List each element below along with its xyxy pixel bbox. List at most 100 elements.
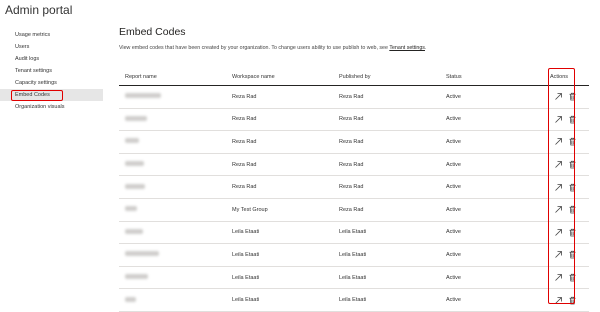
report-name-cell <box>119 266 226 290</box>
published-by-cell: Leila Etaati <box>333 266 440 290</box>
status-cell: Active <box>440 108 542 132</box>
highlight-box-embed-codes <box>11 90 63 101</box>
section-title: Embed Codes <box>119 26 186 38</box>
status-cell: Active <box>440 153 542 177</box>
actions-cell <box>542 153 589 177</box>
tenant-settings-link[interactable]: Tenant settings <box>389 45 425 51</box>
redacted-report-name <box>125 93 161 99</box>
published-by-cell: Reza Rad <box>333 175 440 199</box>
status-cell: Active <box>440 85 542 109</box>
column-header-workspace-name[interactable]: Workspace name <box>226 68 333 86</box>
description-text: View embed codes that have been created … <box>119 45 390 51</box>
workspace-cell: Leila Etaati <box>226 288 333 312</box>
trash-icon[interactable] <box>568 183 577 192</box>
column-header-report-name[interactable]: Report name <box>119 68 226 86</box>
status-cell: Active <box>440 130 542 154</box>
arrow-up-right-icon[interactable] <box>554 183 563 192</box>
workspace-cell: Leila Etaati <box>226 243 333 267</box>
workspace-cell: Reza Rad <box>226 85 333 109</box>
trash-icon[interactable] <box>568 250 577 259</box>
report-name-cell <box>119 108 226 132</box>
arrow-up-right-icon[interactable] <box>554 137 563 146</box>
redacted-report-name <box>125 115 147 121</box>
trash-icon[interactable] <box>568 115 577 124</box>
workspace-cell: My Test Group <box>226 198 333 222</box>
description-end: . <box>424 45 427 51</box>
page-title: Admin portal <box>5 3 73 17</box>
arrow-up-right-icon[interactable] <box>554 205 563 214</box>
actions-cell <box>542 198 589 222</box>
arrow-up-right-icon[interactable] <box>554 160 563 169</box>
trash-icon[interactable] <box>568 296 577 305</box>
table-row: Leila Etaati Leila Etaati Active <box>119 221 589 245</box>
arrow-up-right-icon[interactable] <box>554 228 563 237</box>
sidebar-item-usage-metrics[interactable]: Usage metrics <box>0 29 103 41</box>
actions-cell <box>542 130 589 154</box>
redacted-report-name <box>125 251 159 257</box>
published-by-cell: Leila Etaati <box>333 221 440 245</box>
redacted-report-name <box>125 206 137 212</box>
workspace-cell: Reza Rad <box>226 175 333 199</box>
table-row: Leila Etaati Leila Etaati Active <box>119 288 589 312</box>
actions-cell <box>542 266 589 290</box>
column-header-actions: Actions <box>542 68 589 86</box>
arrow-up-right-icon[interactable] <box>554 115 563 124</box>
status-cell: Active <box>440 221 542 245</box>
sidebar-item-capacity-settings[interactable]: Capacity settings <box>0 77 103 89</box>
report-name-cell <box>119 85 226 109</box>
workspace-cell: Leila Etaati <box>226 266 333 290</box>
trash-icon[interactable] <box>568 205 577 214</box>
arrow-up-right-icon[interactable] <box>554 92 563 101</box>
redacted-report-name <box>125 274 148 280</box>
trash-icon[interactable] <box>568 228 577 237</box>
table-row: My Test Group Reza Rad Active <box>119 198 589 222</box>
redacted-report-name <box>125 183 145 189</box>
status-cell: Active <box>440 198 542 222</box>
published-by-cell: Reza Rad <box>333 153 440 177</box>
published-by-cell: Reza Rad <box>333 85 440 109</box>
published-by-cell: Reza Rad <box>333 130 440 154</box>
status-cell: Active <box>440 243 542 267</box>
actions-cell <box>542 288 589 312</box>
actions-cell <box>542 108 589 132</box>
trash-icon[interactable] <box>568 160 577 169</box>
table-row: Leila Etaati Leila Etaati Active <box>119 243 589 267</box>
arrow-up-right-icon[interactable] <box>554 250 563 259</box>
actions-cell <box>542 175 589 199</box>
sidebar-item-tenant-settings[interactable]: Tenant settings <box>0 65 103 77</box>
report-name-cell <box>119 153 226 177</box>
table-row: Reza Rad Reza Rad Active <box>119 153 589 177</box>
workspace-cell: Reza Rad <box>226 153 333 177</box>
report-name-cell <box>119 243 226 267</box>
table-header-row: Report name Workspace name Published by … <box>119 68 589 86</box>
report-name-cell <box>119 288 226 312</box>
arrow-up-right-icon[interactable] <box>554 296 563 305</box>
arrow-up-right-icon[interactable] <box>554 273 563 282</box>
column-header-status[interactable]: Status <box>440 68 542 86</box>
published-by-cell: Leila Etaati <box>333 288 440 312</box>
trash-icon[interactable] <box>568 92 577 101</box>
table-row: Reza Rad Reza Rad Active <box>119 85 589 109</box>
column-header-published-by[interactable]: Published by <box>333 68 440 86</box>
embed-codes-table: Report name Workspace name Published by … <box>119 68 589 312</box>
report-name-cell <box>119 198 226 222</box>
workspace-cell: Reza Rad <box>226 130 333 154</box>
report-name-cell <box>119 130 226 154</box>
actions-cell <box>542 221 589 245</box>
table-row: Reza Rad Reza Rad Active <box>119 130 589 154</box>
published-by-cell: Reza Rad <box>333 198 440 222</box>
table-row: Reza Rad Reza Rad Active <box>119 175 589 199</box>
redacted-report-name <box>125 228 143 234</box>
main-content: Embed Codes View embed codes that have b… <box>119 26 589 51</box>
status-cell: Active <box>440 266 542 290</box>
sidebar-item-organization-visuals[interactable]: Organization visuals <box>0 101 103 113</box>
sidebar-item-users[interactable]: Users <box>0 41 103 53</box>
trash-icon[interactable] <box>568 273 577 282</box>
trash-icon[interactable] <box>568 137 577 146</box>
redacted-report-name <box>125 161 144 167</box>
status-cell: Active <box>440 288 542 312</box>
sidebar-item-audit-logs[interactable]: Audit logs <box>0 53 103 65</box>
description: View embed codes that have been created … <box>119 45 589 51</box>
table-row: Leila Etaati Leila Etaati Active <box>119 266 589 290</box>
published-by-cell: Reza Rad <box>333 108 440 132</box>
